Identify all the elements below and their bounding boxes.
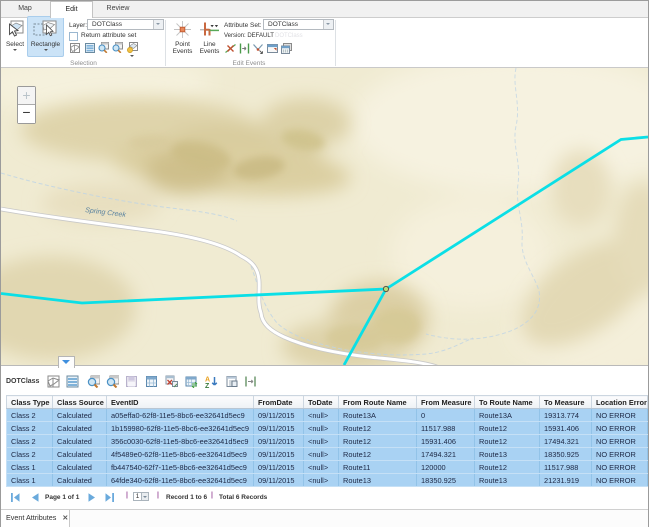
svg-text:Z: Z (205, 383, 210, 388)
